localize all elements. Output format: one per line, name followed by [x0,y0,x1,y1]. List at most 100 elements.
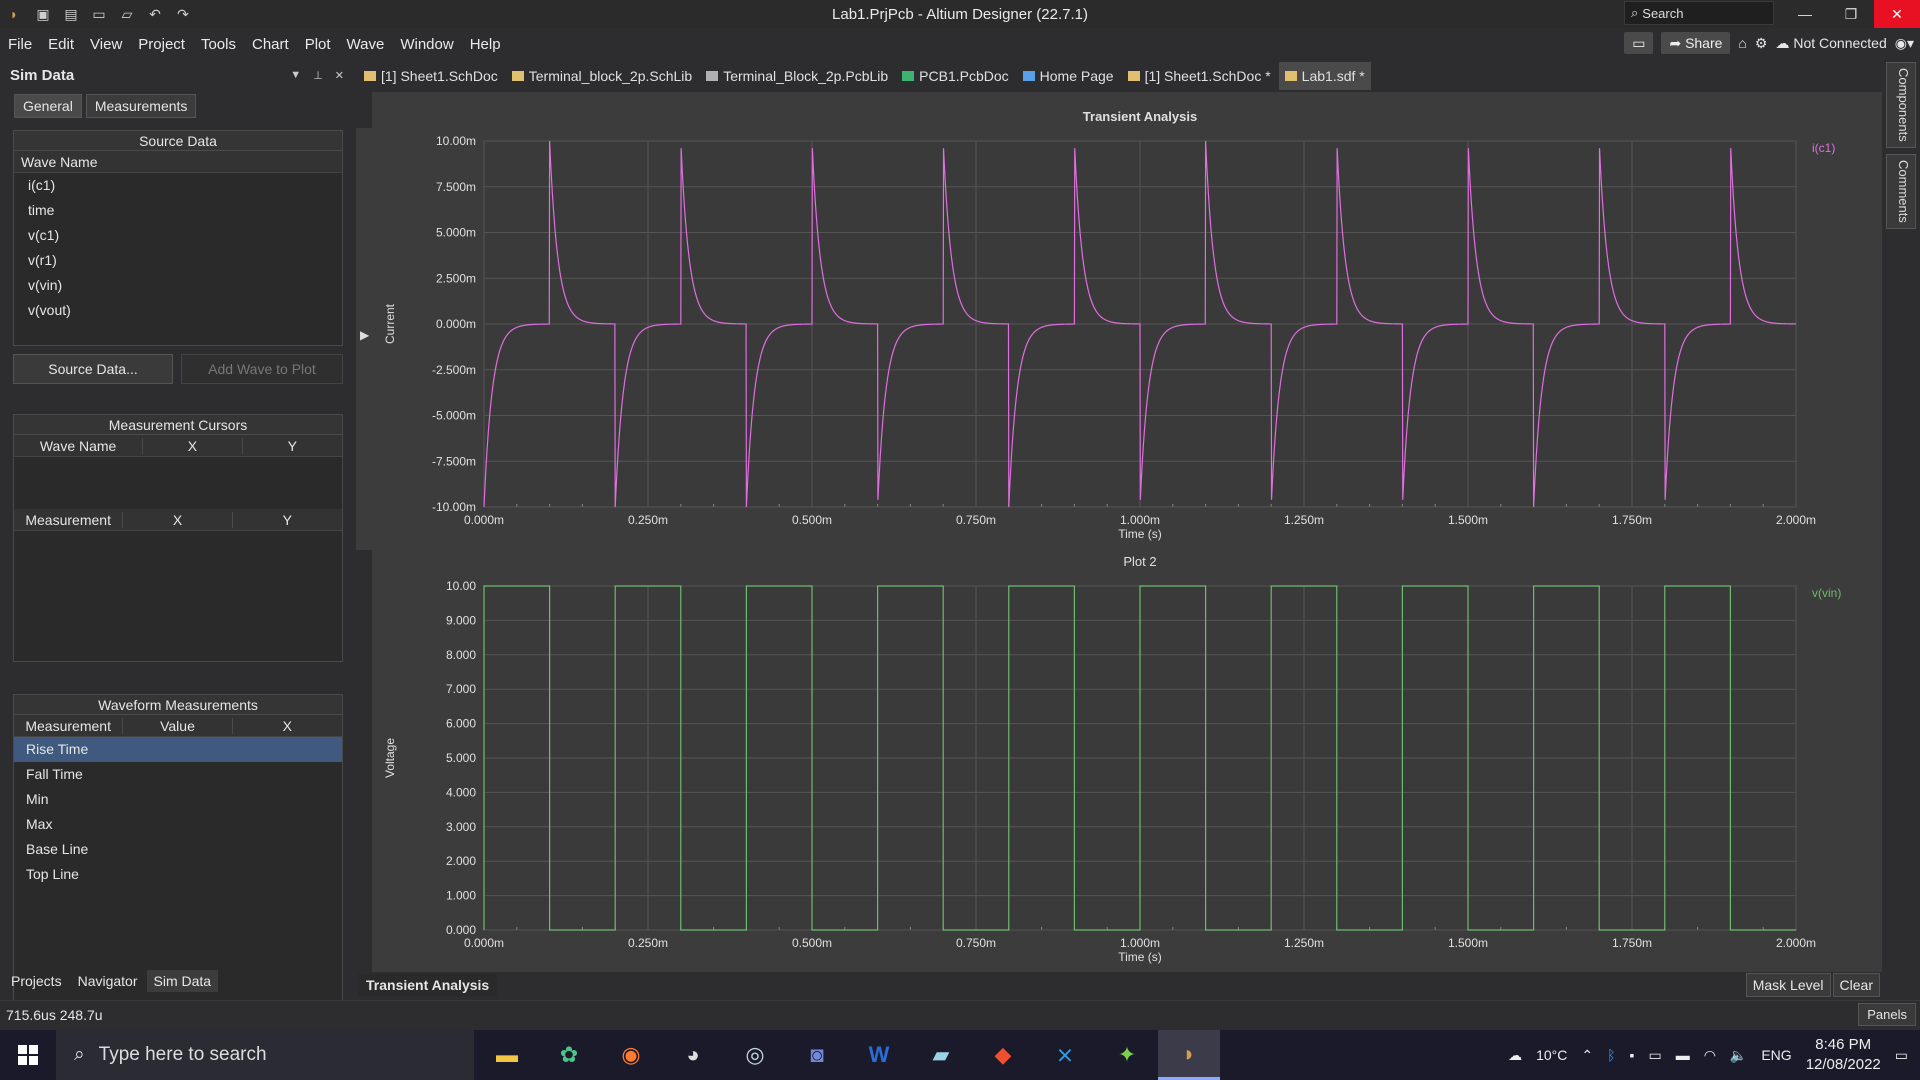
waveform-plots[interactable]: Transient Analysis 0.000m 0.250m 0.500m 0.75… [372,92,1882,972]
doc-tab[interactable]: Home Page [1017,62,1120,90]
wave-item[interactable]: v(c1) [14,223,342,248]
menu-wave[interactable]: Wave [339,36,393,53]
doc-tab[interactable]: [1] Sheet1.SchDoc [358,62,504,90]
ltspice-icon[interactable]: ✦ [1096,1030,1158,1080]
measurement-y-header[interactable]: Y [233,512,342,528]
pin-icon[interactable]: ⊥ [313,69,323,82]
tab-projects[interactable]: Projects [4,970,69,992]
measurement-x-header[interactable]: X [123,511,233,528]
tab-navigator[interactable]: Navigator [71,970,145,992]
open-icon[interactable]: ▭ [90,6,108,23]
cursor-wave-name-header[interactable]: Wave Name [14,437,144,454]
wifi-icon[interactable]: ◠ [1704,1047,1716,1064]
wm-measurement-header[interactable]: Measurement [14,717,124,734]
measurement-item[interactable]: Rise Time [14,737,342,762]
weather-temp[interactable]: 10°C [1536,1047,1567,1063]
tab-general[interactable]: General [14,94,82,118]
battery-icon[interactable]: ▬ [1676,1047,1690,1063]
wave-item[interactable]: i(c1) [14,173,342,198]
media-app-icon[interactable]: ◕ [662,1030,724,1080]
menu-view[interactable]: View [82,36,130,53]
menu-project[interactable]: Project [130,36,193,53]
panel-menu-icon[interactable]: ▼ [290,69,301,82]
bluetooth-icon[interactable]: ᛒ [1607,1047,1615,1063]
altium-logo-icon[interactable]: ◗ [0,0,28,28]
panels-button[interactable]: Panels [1858,1003,1916,1026]
menu-plot[interactable]: Plot [297,36,339,53]
measurement-item[interactable]: Base Line [14,837,342,862]
mask-level-button[interactable]: Mask Level [1745,973,1831,997]
volume-icon[interactable]: 🔈 [1730,1047,1747,1064]
doc-tab[interactable]: [1] Sheet1.SchDoc * [1122,62,1277,90]
gear-icon[interactable]: ⚙ [1755,35,1768,52]
close-button[interactable]: ✕ [1874,0,1920,28]
tab-sim-data[interactable]: Sim Data [146,970,219,992]
chatgpt-icon[interactable]: ✿ [538,1030,600,1080]
restore-button[interactable]: ❐ [1828,0,1874,28]
wave-item[interactable]: v(r1) [14,248,342,273]
redo-icon[interactable]: ↷ [174,6,192,23]
doc-tab[interactable]: Terminal_block_2p.SchLib [506,62,698,90]
menu-file[interactable]: File [0,36,40,53]
measurement-item[interactable]: Fall Time [14,762,342,787]
altium-taskbar-icon[interactable]: ◗ [1158,1030,1220,1080]
vscode-icon[interactable]: ⨯ [1034,1030,1096,1080]
search-input[interactable]: ⌕ Search [1624,1,1774,25]
menu-chart[interactable]: Chart [244,36,297,53]
clear-button[interactable]: Clear [1832,973,1880,997]
git-icon[interactable]: ◆ [972,1030,1034,1080]
doc-tab[interactable]: Terminal_Block_2p.PcbLib [700,62,894,90]
undo-icon[interactable]: ↶ [146,6,164,23]
minimize-button[interactable]: — [1782,0,1828,28]
display-icon[interactable]: ▭ [1648,1047,1661,1064]
notes-app-icon[interactable]: ▰ [910,1030,972,1080]
home-icon[interactable]: ⌂ [1738,35,1746,51]
plot-area[interactable]: Transient Analysis 0.000m 0.250m 0.500m 0.75… [372,92,1882,972]
chevron-up-icon[interactable]: ⌃ [1581,1047,1593,1064]
wm-x-header[interactable]: X [233,718,342,734]
measurement-item[interactable]: Top Line [14,862,342,887]
close-panel-icon[interactable]: ✕ [335,69,344,82]
discord-icon[interactable]: ◙ [786,1030,848,1080]
wave-item[interactable]: v(vin) [14,273,342,298]
file-explorer-icon[interactable]: ▬ [476,1030,538,1080]
weather-icon[interactable]: ☁ [1508,1047,1522,1064]
source-data-button[interactable]: Source Data... [13,354,173,384]
measurement-item[interactable]: Max [14,812,342,837]
cursor-y-header[interactable]: Y [243,438,342,454]
save-all-icon[interactable]: ▤ [62,6,80,23]
wave-item[interactable]: v(vout) [14,298,342,323]
firefox-icon[interactable]: ◉ [600,1030,662,1080]
connection-status[interactable]: ☁ Not Connected [1775,35,1886,52]
tab-measurements[interactable]: Measurements [85,94,197,118]
components-panel-tab[interactable]: Components [1886,62,1916,148]
account-icon[interactable]: ◉▾ [1895,35,1914,52]
panel-splitter[interactable]: ▶ [356,128,372,550]
wm-value-header[interactable]: Value [123,717,233,734]
menu-edit[interactable]: Edit [40,36,82,53]
open-project-icon[interactable]: ▱ [118,6,136,23]
share-button[interactable]: ➦ Share [1661,32,1731,54]
comments-panel-tab[interactable]: Comments [1886,153,1916,229]
wave-name-header[interactable]: Wave Name [14,154,342,170]
measurement-header[interactable]: Measurement [14,511,124,528]
doc-tab[interactable]: Lab1.sdf * [1278,62,1371,90]
menu-window[interactable]: Window [392,36,461,53]
doc-tab[interactable]: PCB1.PcbDoc [896,62,1014,90]
tab-transient-analysis[interactable]: Transient Analysis [358,974,498,996]
taskbar-search[interactable]: ⌕ Type here to search [56,1030,474,1080]
steam-icon[interactable]: ◎ [724,1030,786,1080]
wave-item[interactable]: time [14,198,342,223]
clock[interactable]: 8:46 PM 12/08/2022 [1806,1035,1881,1075]
menu-help[interactable]: Help [462,36,509,53]
language-indicator[interactable]: ENG [1761,1047,1791,1063]
cursor-x-header[interactable]: X [143,437,243,454]
tray-app-icon[interactable]: ▪ [1629,1047,1634,1063]
expand-arrow-icon[interactable]: ▶ [360,328,369,342]
menu-tools[interactable]: Tools [193,36,244,53]
notifications-icon[interactable]: ▭ [1895,1047,1908,1064]
word-icon[interactable]: W [848,1030,910,1080]
measurement-item[interactable]: Min [14,787,342,812]
save-icon[interactable]: ▣ [34,6,52,23]
add-wave-button[interactable]: Add Wave to Plot [181,354,343,384]
